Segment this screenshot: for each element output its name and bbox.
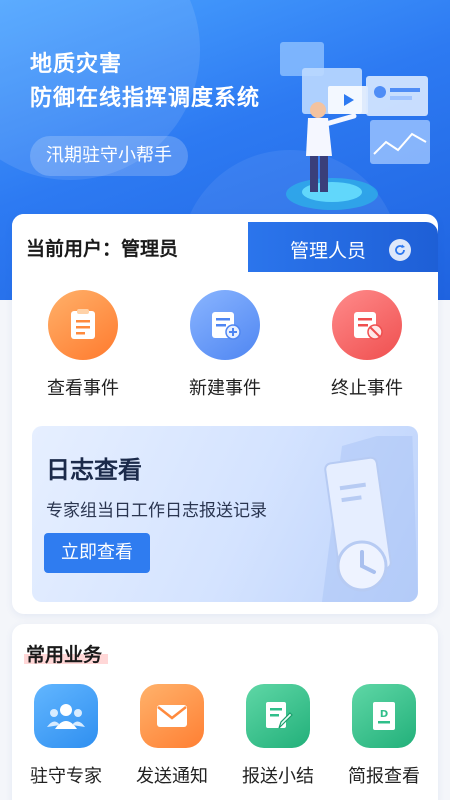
view-brief-button[interactable]: D 简报查看 (334, 684, 434, 788)
mail-icon (140, 684, 204, 748)
new-event-label: 新建事件 (189, 378, 261, 399)
app-title: 地质灾害 防御在线指挥调度系统 (30, 48, 260, 116)
dispatch-illustration-icon (280, 42, 430, 210)
new-event-button[interactable]: 新建事件 (170, 290, 280, 400)
view-event-button[interactable]: 查看事件 (28, 290, 138, 400)
subtitle-pill: 汛期驻守小帮手 (30, 136, 188, 176)
view-event-label: 查看事件 (47, 378, 119, 399)
current-user-label: 当前用户：管理员 (26, 238, 179, 260)
view-brief-label: 简报查看 (348, 766, 420, 787)
group-icon (34, 684, 98, 748)
common-business-card: 常用业务 驻守专家 发送通知 报送小结 D 简报查看 (12, 624, 438, 800)
app-title-line2: 防御在线指挥调度系统 (30, 86, 261, 111)
svg-text:D: D (380, 709, 388, 720)
view-now-button[interactable]: 立即查看 (44, 533, 150, 573)
user-bar: 当前用户：管理员 管理人员 (12, 214, 438, 272)
event-actions: 查看事件 新建事件 终止事件 (12, 290, 438, 400)
section-title-text: 常用业务 (26, 644, 103, 666)
refresh-icon[interactable] (389, 239, 411, 261)
edit-document-icon (246, 684, 310, 748)
resident-experts-label: 驻守专家 (30, 766, 102, 787)
submit-summary-label: 报送小结 (242, 766, 314, 787)
log-document-icon (322, 436, 418, 602)
log-banner[interactable]: 日志查看 专家组当日工作日志报送记录 立即查看 (32, 426, 418, 602)
log-subtitle: 专家组当日工作日志报送记录 (46, 501, 267, 521)
cancel-document-icon (332, 290, 402, 360)
send-notice-label: 发送通知 (136, 766, 208, 787)
submit-summary-button[interactable]: 报送小结 (228, 684, 328, 788)
app-title-line1: 地质灾害 (30, 52, 123, 77)
user-card: 当前用户：管理员 管理人员 查看事件 新建事件 终止事件 日志查看 专家组当日工… (12, 214, 438, 614)
role-label[interactable]: 管理人员 (290, 236, 366, 263)
send-notice-button[interactable]: 发送通知 (122, 684, 222, 788)
end-event-label: 终止事件 (331, 378, 403, 399)
section-title: 常用业务 (24, 640, 108, 667)
log-title: 日志查看 (46, 456, 142, 484)
resident-experts-button[interactable]: 驻守专家 (16, 684, 116, 788)
document-icon (48, 290, 118, 360)
end-event-button[interactable]: 终止事件 (312, 290, 422, 400)
add-document-icon (190, 290, 260, 360)
report-icon: D (352, 684, 416, 748)
business-items: 驻守专家 发送通知 报送小结 D 简报查看 (12, 684, 438, 794)
